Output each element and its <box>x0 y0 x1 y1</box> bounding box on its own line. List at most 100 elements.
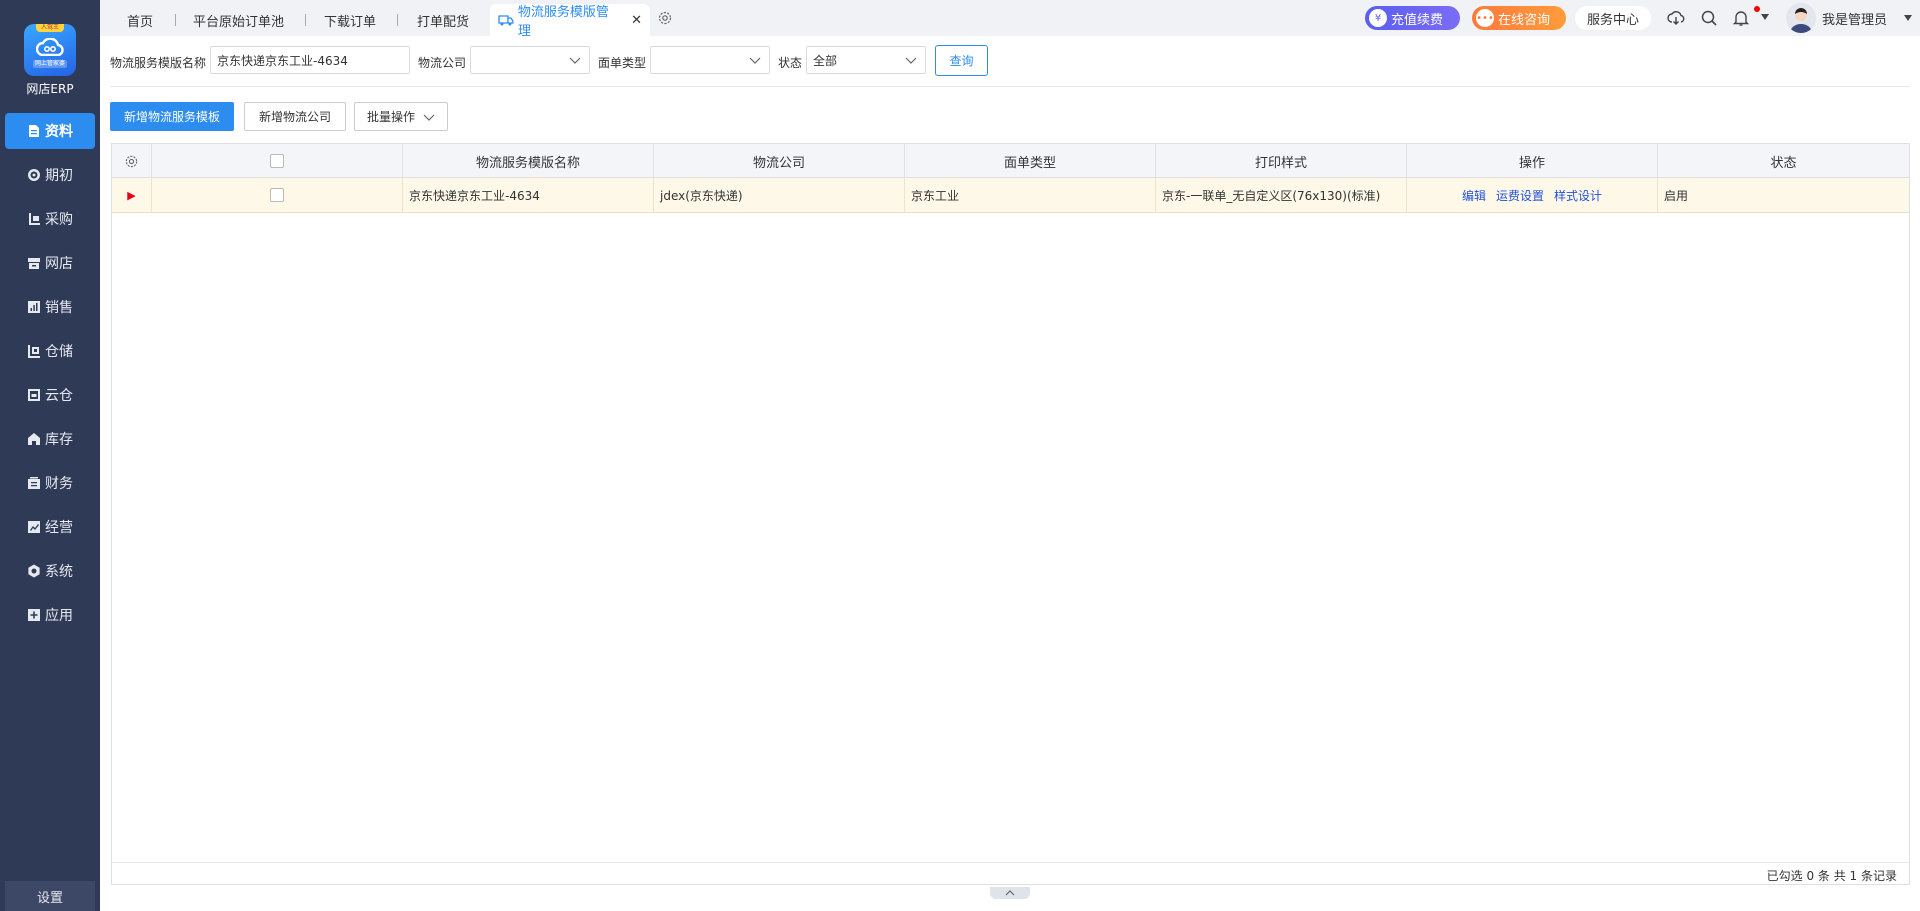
caret-down-icon[interactable] <box>1761 14 1769 20</box>
plus-square-icon <box>28 609 40 621</box>
sidebar-item-sales[interactable]: 销售 <box>5 289 95 325</box>
sidebar-item-opening[interactable]: 期初 <box>5 157 95 193</box>
recharge-button[interactable]: ¥ 充值续费 <box>1365 6 1460 30</box>
user-menu-caret-icon[interactable] <box>1904 15 1912 21</box>
home-icon <box>28 433 40 445</box>
add-company-button[interactable]: 新增物流公司 <box>244 102 346 131</box>
tab-print-ship[interactable]: 打单配货 <box>417 4 469 36</box>
freight-settings-link[interactable]: 运费设置 <box>1496 187 1544 204</box>
sidebar-item-operation[interactable]: 经营 <box>5 509 95 545</box>
chevron-down-icon <box>905 57 917 64</box>
row-checkbox-cell <box>152 178 403 212</box>
table-header: 物流服务模版名称 物流公司 面单类型 打印样式 操作 状态 <box>112 144 1909 178</box>
gear-icon <box>125 155 138 167</box>
sidebar-settings-button[interactable]: 设置 <box>5 881 95 911</box>
sidebar-item-purchase[interactable]: 采购 <box>5 201 95 237</box>
chevron-down-icon <box>423 114 435 121</box>
tab-settings-gear-icon[interactable] <box>657 10 673 26</box>
waybill-type-select[interactable] <box>650 46 770 74</box>
sidebar-item-inventory[interactable]: 库存 <box>5 421 95 457</box>
chevron-up-icon <box>1005 890 1015 896</box>
tab-separator <box>397 14 398 26</box>
user-avatar-icon <box>1786 3 1816 33</box>
app-logo[interactable]: 人驾王 网上管家婆 <box>24 24 76 76</box>
status-value: 全部 <box>813 53 838 68</box>
cloud-download-icon[interactable] <box>1667 9 1685 27</box>
tab-home[interactable]: 首页 <box>127 4 153 36</box>
tab-separator <box>305 14 306 26</box>
column-header[interactable]: 状态 <box>1658 144 1909 178</box>
sidebar-item-label: 期初 <box>45 168 73 184</box>
consult-label: 在线咨询 <box>1498 12 1551 28</box>
company-label: 物流公司 <box>418 56 467 70</box>
search-icon[interactable] <box>1700 9 1718 27</box>
column-header[interactable]: 物流服务模版名称 <box>403 144 654 178</box>
warehouse-icon <box>28 345 40 358</box>
sidebar-item-label: 财务 <box>45 476 73 492</box>
sidebar-item-apps[interactable]: 应用 <box>5 597 95 633</box>
status-select[interactable]: 全部 <box>806 46 926 74</box>
column-header[interactable]: 操作 <box>1407 144 1658 178</box>
table-row[interactable]: ▶ 京东快递京东工业-4634 jdex(京东快递) 京东工业 京东-一联单_无… <box>112 178 1909 213</box>
bell-icon[interactable] <box>1732 9 1750 27</box>
tab-logistics-template[interactable]: 物流服务模版管理 ✕ <box>490 4 650 39</box>
tab-separator <box>175 14 176 26</box>
column-header[interactable]: 物流公司 <box>654 144 905 178</box>
user-name[interactable]: 我是管理员 <box>1822 9 1887 28</box>
trend-icon <box>28 521 40 533</box>
logo-badge: 人驾王 <box>36 24 64 32</box>
sidebar-item-label: 系统 <box>45 564 73 580</box>
template-name-input[interactable]: 京东快递京东工业-4634 <box>210 46 410 74</box>
sidebar-item-label: 库存 <box>45 432 73 448</box>
cloud-warehouse-icon <box>28 389 40 401</box>
tab-label: 物流服务模版管理 <box>517 5 609 39</box>
close-icon[interactable]: ✕ <box>631 13 642 28</box>
sidebar-item-label: 销售 <box>45 300 73 316</box>
waybill-type-label: 面单类型 <box>598 56 647 70</box>
company-select[interactable] <box>470 46 590 74</box>
template-name-cell: 京东快递京东工业-4634 <box>403 178 654 212</box>
column-settings-cell[interactable] <box>112 144 152 178</box>
collapse-handle[interactable] <box>990 887 1030 899</box>
company-cell: jdex(京东快递) <box>654 178 905 212</box>
settings-icon <box>28 564 40 578</box>
service-center-button[interactable]: 服务中心 <box>1575 6 1651 30</box>
selection-summary: 已勾选 0 条 共 1 条记录 <box>1766 869 1897 883</box>
row-checkbox[interactable] <box>270 188 284 202</box>
avatar[interactable] <box>1786 3 1816 33</box>
sidebar-item-label: 云仓 <box>45 388 73 404</box>
finance-icon <box>28 477 40 489</box>
tab-download-orders[interactable]: 下载订单 <box>324 4 376 36</box>
money-bag-icon: ¥ <box>1369 9 1387 27</box>
batch-label: 批量操作 <box>366 110 415 124</box>
row-marker-cell: ▶ <box>112 178 152 212</box>
sidebar-item-label: 采购 <box>45 212 73 228</box>
chart-icon <box>28 301 40 313</box>
recharge-label: 充值续费 <box>1391 12 1444 28</box>
purchase-icon <box>29 213 40 225</box>
select-all-checkbox[interactable] <box>270 154 284 168</box>
current-row-arrow-icon: ▶ <box>127 188 136 202</box>
sidebar-item-system[interactable]: 系统 <box>5 553 95 589</box>
sidebar-item-storage[interactable]: 仓储 <box>5 333 95 369</box>
column-header[interactable]: 面单类型 <box>905 144 1156 178</box>
cloud-logo-icon <box>36 38 64 56</box>
sidebar-item-finance[interactable]: 财务 <box>5 465 95 501</box>
edit-link[interactable]: 编辑 <box>1462 187 1486 204</box>
add-template-button[interactable]: 新增物流服务模板 <box>110 102 234 131</box>
query-button[interactable]: 查询 <box>935 45 988 76</box>
online-consult-button[interactable]: ••• 在线咨询 <box>1472 6 1566 30</box>
tab-order-pool[interactable]: 平台原始订单池 <box>193 4 284 36</box>
template-table: 物流服务模版名称 物流公司 面单类型 打印样式 操作 状态 ▶ 京东快递京东工业… <box>111 143 1910 885</box>
batch-operation-button[interactable]: 批量操作 <box>354 102 448 131</box>
store-icon <box>28 258 40 269</box>
column-header[interactable]: 打印样式 <box>1156 144 1407 178</box>
style-design-link[interactable]: 样式设计 <box>1554 187 1602 204</box>
sidebar-item-data[interactable]: 资料 <box>5 113 95 149</box>
sidebar-item-cloud-warehouse[interactable]: 云仓 <box>5 377 95 413</box>
status-label: 状态 <box>778 56 803 70</box>
sidebar-item-store[interactable]: 网店 <box>5 245 95 281</box>
sidebar-item-label: 资料 <box>45 124 73 140</box>
notification-dot <box>1754 6 1760 12</box>
sidebar-item-label: 应用 <box>45 608 73 624</box>
